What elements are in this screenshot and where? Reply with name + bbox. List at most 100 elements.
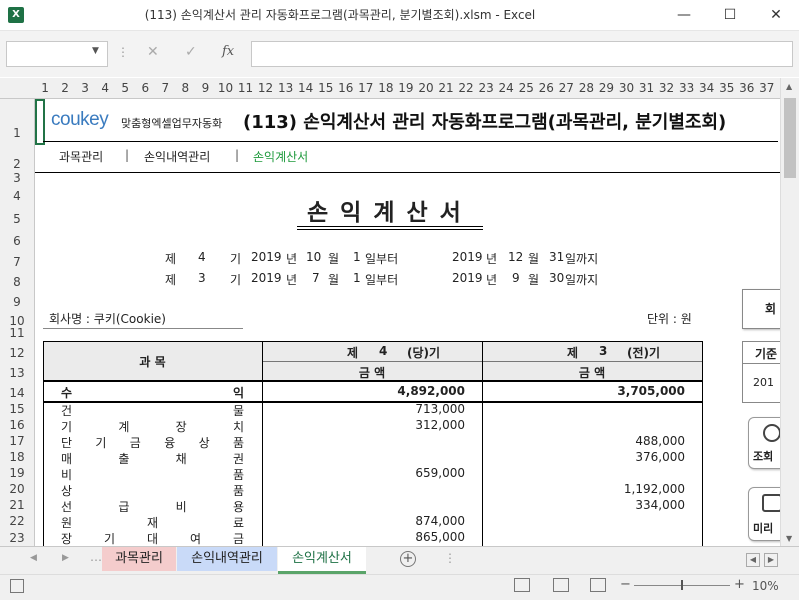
column-header-cell[interactable]: 34 [697,78,717,98]
account-char: 료 [233,516,245,530]
column-header-cell[interactable]: 35 [717,78,737,98]
column-header-cell[interactable]: 5 [115,78,135,98]
row-header-cell[interactable]: 16 [0,418,34,432]
preview-button[interactable]: 미리 [748,487,780,541]
column-header[interactable]: 1 2 3 4 5 6 7 8 9 10 11 12 13 14 15 16 17 18 19 20 21 22 23 24 2… [0,78,780,99]
nav-subject-management[interactable]: 과목관리 [59,148,103,165]
row-header-cell[interactable]: 12 [0,346,34,360]
normal-view-icon[interactable] [514,578,530,592]
column-header-cell[interactable]: 19 [396,78,416,98]
row-header-cell[interactable]: 15 [0,402,34,416]
search-button[interactable]: 조회 [748,417,780,469]
row-header-cell[interactable]: 2 [0,157,34,171]
scroll-down-icon[interactable]: ▼ [786,534,792,543]
column-header-cell[interactable]: 4 [95,78,115,98]
row-header-cell[interactable]: 14 [0,386,34,400]
zoom-in-button[interactable]: + [734,577,745,592]
column-header-cell[interactable]: 3 [75,78,95,98]
row-header-cell[interactable]: 7 [0,255,34,269]
vertical-scrollbar[interactable]: ▲ ▼ [780,78,799,546]
close-button[interactable]: ✕ [753,0,799,30]
row-header-cell[interactable]: 19 [0,466,34,480]
hscroll-right-icon[interactable]: ▶ [764,553,778,567]
row-header-cell[interactable]: 9 [0,295,34,309]
column-header-cell[interactable]: 9 [195,78,215,98]
confirm-entry-button[interactable]: ✓ [185,44,197,60]
maximize-button[interactable]: ☐ [707,0,753,30]
cancel-entry-button[interactable]: ✕ [147,44,159,60]
column-header-cell[interactable]: 18 [376,78,396,98]
zoom-slider-thumb[interactable] [681,580,683,590]
column-header-cell[interactable]: 25 [516,78,536,98]
column-header-cell[interactable]: 28 [576,78,596,98]
hscroll-left-icon[interactable]: ◀ [746,553,760,567]
column-header-cell[interactable]: 26 [536,78,556,98]
row-header-cell[interactable]: 5 [0,212,34,226]
row-header-cell[interactable]: 3 [0,171,34,185]
column-header-cell[interactable]: 29 [596,78,616,98]
macro-record-icon[interactable] [10,579,24,593]
column-header-cell[interactable]: 17 [356,78,376,98]
column-header-cell[interactable]: 1 [35,78,55,98]
period-label: 월 [528,273,540,287]
tab-income-statement[interactable]: 손익계산서 [278,547,366,574]
row-header-cell[interactable]: 4 [0,189,34,203]
period-selector[interactable]: 기준 201 [742,341,780,403]
column-header-cell[interactable]: 14 [296,78,316,98]
tab-more-icon[interactable]: … [90,550,102,564]
row-header-cell[interactable]: 8 [0,275,34,289]
column-header-cell[interactable]: 36 [737,78,757,98]
row-header-cell[interactable]: 21 [0,498,34,512]
column-header-cell[interactable]: 27 [556,78,576,98]
column-header-cell[interactable]: 37 [757,78,777,98]
page-layout-view-icon[interactable] [553,578,569,592]
column-header-cell[interactable]: 7 [155,78,175,98]
zoom-out-button[interactable]: − [620,577,631,592]
tab-scroll-left-icon[interactable]: ◀ [30,553,37,563]
minimize-button[interactable]: — [661,0,707,30]
column-header-cell[interactable]: 31 [637,78,657,98]
nav-income-statement[interactable]: 손익계산서 [253,148,308,165]
row-header-cell[interactable]: 20 [0,482,34,496]
add-sheet-button[interactable]: + [400,551,416,567]
nav-income-entries[interactable]: 손익내역관리 [144,148,210,165]
tab-subject-management[interactable]: 과목관리 [102,547,176,571]
formula-input[interactable] [251,41,793,67]
column-header-cell[interactable]: 20 [416,78,436,98]
scroll-thumb[interactable] [784,98,796,178]
chevron-down-icon[interactable]: ▼ [92,46,99,56]
column-header-cell[interactable]: 22 [456,78,476,98]
page-break-view-icon[interactable] [590,578,606,592]
column-header-cell[interactable]: 32 [657,78,677,98]
row-header[interactable]: 1 2 3 4 5 6 7 8 9 10 11 12 13 14 15 16 17 18 19 20 21 22 23 [0,99,35,546]
column-header-cell[interactable]: 11 [236,78,256,98]
worksheet[interactable]: coukey 맞춤형엑셀업무자동화 (113) 손익계산서 관리 자동화프로그램… [35,99,780,546]
zoom-level[interactable]: 10% [752,579,779,593]
insert-function-button[interactable]: fx [222,44,234,59]
column-header-cell[interactable]: 16 [336,78,356,98]
column-header-cell[interactable]: 24 [496,78,516,98]
column-header-cell[interactable]: 30 [616,78,636,98]
row-header-cell[interactable]: 1 [0,126,34,140]
row-header-cell[interactable]: 18 [0,450,34,464]
side-button[interactable]: 회 [742,289,780,329]
row-header-cell[interactable]: 6 [0,234,34,248]
column-header-cell[interactable]: 13 [276,78,296,98]
column-header-cell[interactable]: 8 [175,78,195,98]
scroll-up-icon[interactable]: ▲ [786,82,792,91]
column-header-cell[interactable]: 10 [215,78,235,98]
row-header-cell[interactable]: 22 [0,514,34,528]
column-header-cell[interactable]: 21 [436,78,456,98]
column-header-cell[interactable]: 2 [55,78,75,98]
tab-scroll-right-icon[interactable]: ▶ [62,553,69,563]
row-header-cell[interactable]: 23 [0,531,34,545]
column-header-cell[interactable]: 12 [256,78,276,98]
row-header-cell[interactable]: 11 [0,326,34,340]
row-header-cell[interactable]: 17 [0,434,34,448]
row-header-cell[interactable]: 13 [0,366,34,380]
column-header-cell[interactable]: 23 [476,78,496,98]
column-header-cell[interactable]: 15 [316,78,336,98]
column-header-cell[interactable]: 33 [677,78,697,98]
column-header-cell[interactable]: 6 [135,78,155,98]
tab-income-entries[interactable]: 손익내역관리 [177,547,277,571]
